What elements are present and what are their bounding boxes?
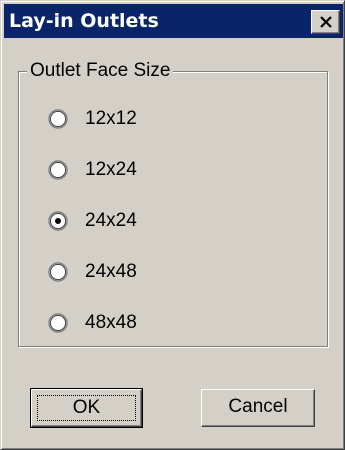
lay-in-outlets-dialog: Lay-in Outlets Outlet Face Size 12x12 12… (0, 0, 345, 450)
group-label: Outlet Face Size (27, 60, 174, 82)
ok-label: OK (37, 395, 136, 421)
radio-checked-icon[interactable] (48, 211, 68, 231)
radio-option-12x12[interactable]: 12x12 (48, 106, 188, 132)
ok-button[interactable]: OK (30, 388, 143, 428)
radio-unchecked-icon[interactable] (48, 109, 68, 129)
radio-unchecked-icon[interactable] (48, 160, 68, 180)
radio-option-24x24[interactable]: 24x24 (48, 208, 188, 234)
radio-option-48x48[interactable]: 48x48 (48, 310, 188, 336)
radio-option-24x48[interactable]: 24x48 (48, 259, 188, 285)
radio-unchecked-icon[interactable] (48, 313, 68, 333)
title-bar[interactable]: Lay-in Outlets (4, 4, 343, 38)
close-button[interactable] (311, 10, 340, 34)
radio-label: 12x12 (85, 108, 137, 129)
radio-option-12x24[interactable]: 12x24 (48, 157, 188, 183)
cancel-button[interactable]: Cancel (201, 389, 315, 427)
radio-unchecked-icon[interactable] (48, 262, 68, 282)
radio-label: 48x48 (85, 312, 137, 333)
close-x-icon (320, 16, 332, 28)
radio-label: 24x24 (85, 210, 137, 231)
window-title: Lay-in Outlets (9, 10, 159, 32)
radio-label: 12x24 (85, 159, 137, 180)
radio-label: 24x48 (85, 261, 137, 282)
